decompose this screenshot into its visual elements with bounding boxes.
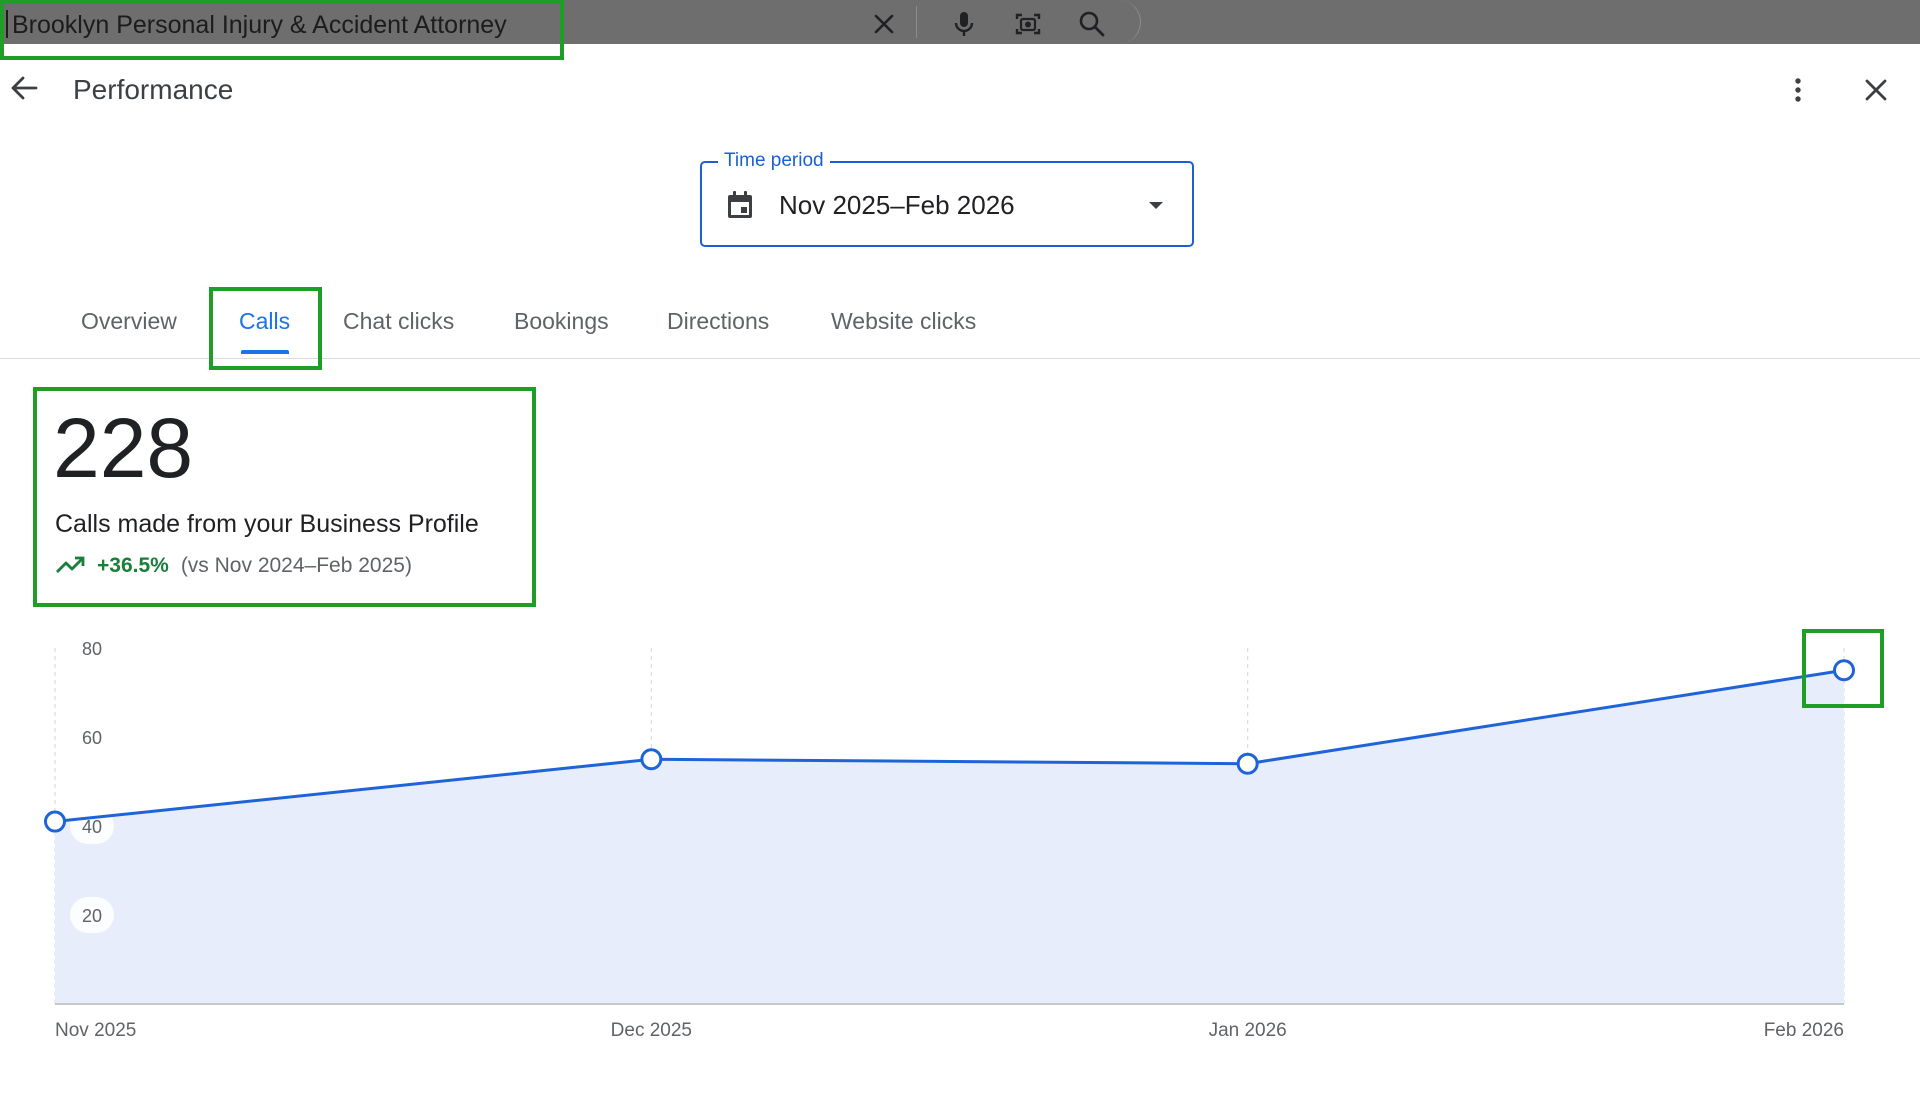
y-tick-label-80: 80 (82, 639, 102, 659)
y-tick-label-40: 40 (82, 817, 102, 837)
data-point-0 (44, 810, 66, 833)
data-point-2 (1236, 752, 1259, 775)
x-tick-label-2: Jan 2026 (1209, 1020, 1287, 1041)
screen: Brooklyn Personal Injury & Accident Atto… (0, 0, 1920, 1094)
x-tick-label-0: Nov 2025 (55, 1020, 136, 1041)
x-tick-label-1: Dec 2025 (611, 1020, 692, 1041)
x-tick-label-3: Feb 2026 (1764, 1020, 1844, 1041)
series-area (55, 670, 1844, 1004)
data-point-3 (1833, 659, 1855, 682)
y-tick-label-20: 20 (82, 906, 102, 926)
y-tick-label-60: 60 (82, 728, 102, 748)
data-point-1 (640, 748, 663, 771)
calls-chart: 20 40 60 80 Nov 2025 Dec 2025 Jan 2026 Feb 2026 (44, 639, 1855, 1041)
